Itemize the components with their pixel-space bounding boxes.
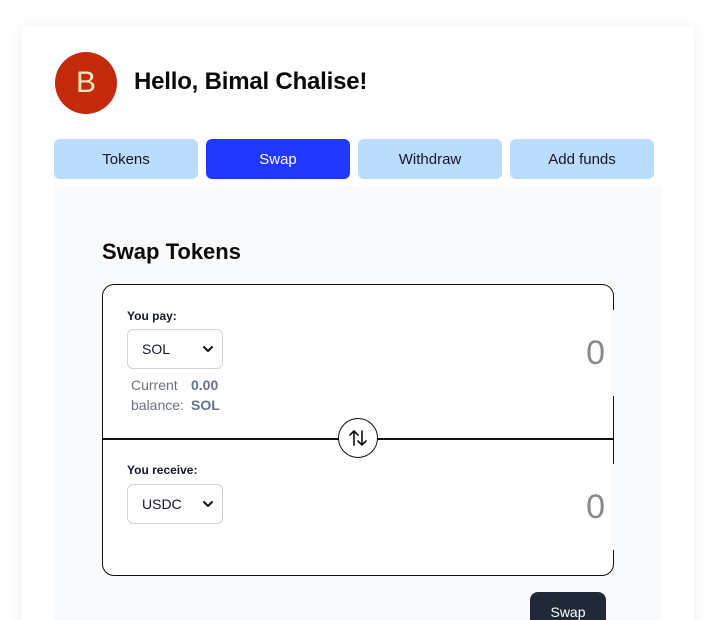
chevron-down-icon: [203, 501, 213, 507]
receive-label: You receive:: [127, 463, 198, 477]
main-card: B Hello, Bimal Chalise! Tokens Swap With…: [22, 26, 694, 620]
tab-withdraw[interactable]: Withdraw: [358, 139, 502, 179]
tab-add-funds[interactable]: Add funds: [510, 139, 654, 179]
tab-tokens[interactable]: Tokens: [54, 139, 198, 179]
avatar: B: [55, 52, 117, 114]
balance-amount: 0.00: [191, 377, 219, 393]
panel-title: Swap Tokens: [102, 239, 241, 264]
tab-swap[interactable]: Swap: [206, 139, 350, 179]
balance-unit: SOL: [191, 397, 220, 413]
receive-token-value: USDC: [142, 496, 182, 512]
edge-gap: [610, 464, 616, 550]
chevron-down-icon: [203, 346, 213, 352]
balance-label: Current balance:: [131, 375, 184, 415]
swap-panel: Swap Tokens You pay: SOL Current balance…: [54, 187, 662, 620]
pay-token-value: SOL: [142, 341, 171, 357]
edge-gap: [610, 310, 616, 396]
pay-token-select[interactable]: SOL: [127, 329, 223, 369]
balance-value: 0.00 SOL: [191, 375, 220, 415]
swap-vertical-arrows-icon: [349, 430, 367, 446]
pay-label: You pay:: [127, 309, 177, 323]
receive-token-select[interactable]: USDC: [127, 484, 223, 524]
balance-label-line1: Current: [131, 377, 178, 393]
pay-amount-input[interactable]: 0: [586, 334, 605, 373]
swap-submit-button[interactable]: Swap: [530, 592, 606, 620]
balance-label-line2: balance:: [131, 397, 184, 413]
avatar-initial: B: [75, 66, 96, 99]
swap-box: You pay: SOL Current balance: 0.00 SOL 0: [102, 284, 616, 576]
greeting-heading: Hello, Bimal Chalise!: [134, 68, 368, 95]
swap-direction-button[interactable]: [338, 418, 378, 458]
receive-amount-input[interactable]: 0: [586, 488, 605, 527]
